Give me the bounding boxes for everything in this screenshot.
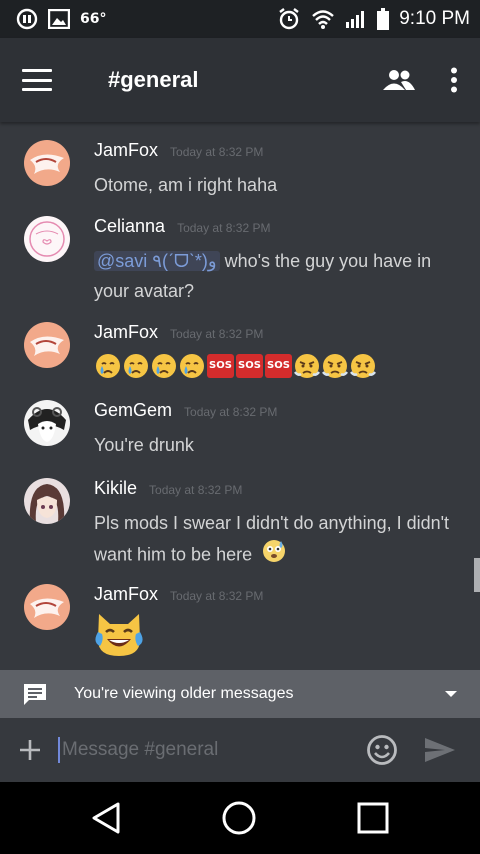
message-item: GemGem Today at 8:32 PM You're drunk [0, 400, 470, 460]
sos-emoji-icon: SOS [265, 354, 292, 378]
avatar[interactable] [24, 322, 70, 368]
app-bar: #general [0, 38, 480, 122]
crying-face-emoji-icon [122, 352, 150, 380]
message-text: You're drunk [94, 435, 194, 455]
avatar[interactable] [24, 140, 70, 186]
message-composer [0, 718, 480, 782]
send-icon[interactable] [424, 737, 456, 763]
older-messages-text: You're viewing older messages [74, 685, 294, 702]
message-text: @savi ٩(ˊᗜˋ*)و who's the guy you have in… [94, 246, 454, 306]
message-list[interactable]: JamFox Today at 8:32 PM Otome, am i righ… [0, 122, 480, 670]
avatar[interactable] [24, 400, 70, 446]
timestamp: Today at 8:32 PM [184, 405, 278, 419]
wifi-icon [311, 9, 335, 29]
avatar[interactable] [24, 216, 70, 262]
more-icon[interactable] [450, 67, 458, 93]
emoji-message: SOS SOS SOS [94, 350, 454, 382]
add-attachment-icon[interactable] [18, 738, 42, 762]
author-name[interactable]: JamFox [94, 322, 158, 343]
status-bar: 66° 9:10 PM [0, 0, 480, 38]
timestamp: Today at 8:32 PM [170, 145, 264, 159]
crying-face-emoji-icon [150, 352, 178, 380]
system-nav-bar [0, 782, 480, 854]
timestamp: Today at 8:32 PM [170, 327, 264, 341]
crying-face-emoji-icon [94, 352, 122, 380]
home-icon[interactable] [222, 801, 256, 835]
timestamp: Today at 8:32 PM [149, 483, 243, 497]
sweat-face-emoji-icon [261, 538, 287, 573]
message-item: JamFox Today at 8:32 PM Otome, am i righ… [0, 140, 470, 200]
back-icon[interactable] [91, 802, 121, 834]
author-name[interactable]: JamFox [94, 584, 158, 605]
emoji-picker-icon[interactable] [366, 734, 398, 766]
avatar[interactable] [24, 478, 70, 524]
message-item: Kikile Today at 8:32 PM Pls mods I swear… [0, 478, 470, 578]
message-input[interactable] [58, 737, 352, 763]
clock-text: 9:10 PM [399, 8, 470, 29]
triumph-face-emoji-icon [321, 352, 349, 380]
alarm-icon [277, 7, 301, 31]
crying-face-emoji-icon [178, 352, 206, 380]
author-name[interactable]: JamFox [94, 140, 158, 161]
temperature-text: 66° [80, 11, 107, 27]
triumph-face-emoji-icon [293, 352, 321, 380]
timestamp: Today at 8:32 PM [177, 221, 271, 235]
user-mention[interactable]: @savi ٩(ˊᗜˋ*)و [94, 251, 220, 271]
avatar[interactable] [24, 584, 70, 630]
triumph-face-emoji-icon [349, 352, 377, 380]
app-notification-icon [16, 8, 38, 30]
dropdown-arrow-icon[interactable] [444, 690, 458, 698]
author-name[interactable]: GemGem [94, 400, 172, 421]
message-text: Pls mods I swear I didn't do anything, I… [94, 508, 454, 573]
message-item: Celianna Today at 8:32 PM @savi ٩(ˊᗜˋ*)و… [0, 216, 470, 316]
signal-icon [345, 9, 367, 29]
message-text: Otome, am i right haha [94, 175, 278, 195]
emoji-message [94, 610, 454, 667]
sos-emoji-icon: SOS [207, 354, 234, 378]
menu-icon[interactable] [22, 69, 52, 91]
image-icon [48, 9, 70, 29]
message-bubble-icon [22, 682, 48, 706]
channel-title: #general [108, 67, 199, 92]
message-item: JamFox Today at 8:32 PM [0, 584, 470, 670]
members-icon[interactable] [382, 69, 416, 91]
author-name[interactable]: Kikile [94, 478, 137, 499]
message-item: JamFox Today at 8:32 PM SOS SOS SOS [0, 322, 470, 392]
sos-emoji-icon: SOS [236, 354, 263, 378]
recent-apps-icon[interactable] [357, 802, 389, 834]
older-messages-banner[interactable]: You're viewing older messages [0, 670, 480, 718]
scrollbar-thumb[interactable] [474, 558, 480, 592]
battery-icon [377, 8, 390, 30]
timestamp: Today at 8:32 PM [170, 589, 264, 603]
tears-of-joy-cat-icon [94, 610, 144, 667]
author-name[interactable]: Celianna [94, 216, 165, 237]
